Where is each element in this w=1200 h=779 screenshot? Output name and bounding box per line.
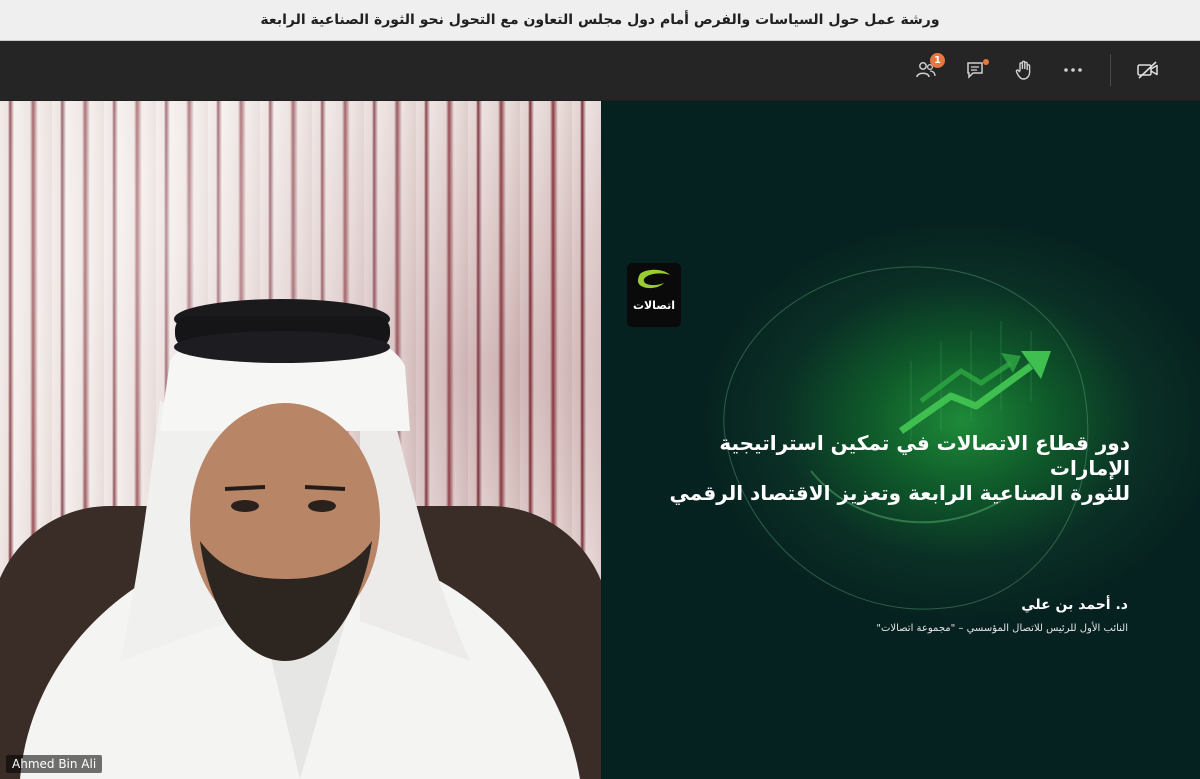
participant-video[interactable]: Ahmed Bin Ali	[0, 101, 601, 779]
participants-button[interactable]: 1	[911, 53, 945, 85]
camera-toggle-button[interactable]	[1133, 55, 1163, 85]
more-icon	[1064, 68, 1082, 72]
participant-name-tag: Ahmed Bin Ali	[6, 755, 103, 773]
chat-button[interactable]	[961, 55, 991, 85]
meeting-toolbar: 1	[0, 41, 1200, 100]
etisalat-logo: اتصالات	[627, 263, 681, 327]
meeting-stage: Ahmed Bin Ali اتصالات دور قطاع الاتصالات…	[0, 101, 1200, 779]
title-bar: ورشة عمل حول السياسات والفرص أمام دول مج…	[0, 0, 1200, 41]
toolbar-divider	[1110, 54, 1111, 86]
shared-slide[interactable]: اتصالات دور قطاع الاتصالات في تمكين استر…	[601, 101, 1200, 779]
camera-off-icon	[1137, 61, 1158, 79]
logo-wordmark: اتصالات	[632, 299, 676, 312]
presenter-role: النائب الأول للرئيس للاتصال المؤسسي – "م…	[876, 623, 1128, 634]
participant-figure	[20, 299, 580, 779]
raise-hand-button[interactable]	[1009, 55, 1039, 85]
window-title: ورشة عمل حول السياسات والفرص أمام دول مج…	[260, 12, 940, 28]
slide-title-line-2: للثورة الصناعية الرابعة وتعزيز الاقتصاد …	[669, 481, 1130, 505]
slide-title-line-1: دور قطاع الاتصالات في تمكين استراتيجية ا…	[719, 431, 1130, 480]
chat-unread-dot	[983, 59, 989, 65]
participants-badge: 1	[930, 53, 945, 68]
etisalat-logo-mark	[638, 269, 670, 289]
more-options-button[interactable]	[1058, 55, 1088, 85]
raise-hand-icon	[1015, 60, 1031, 80]
slide-title: دور قطاع الاتصالات في تمكين استراتيجية ا…	[650, 431, 1130, 506]
presenter-name: د. أحمد بن علي	[1021, 597, 1128, 613]
